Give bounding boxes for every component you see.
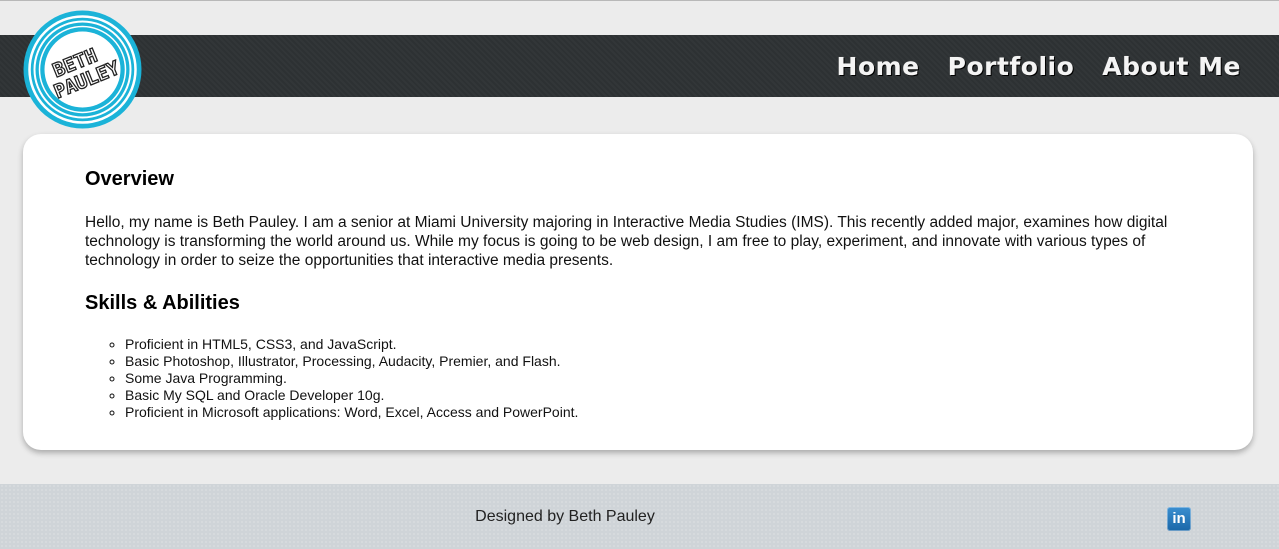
footer: Designed by Beth Pauley in bbox=[0, 484, 1279, 549]
linkedin-icon[interactable]: in bbox=[1167, 507, 1191, 531]
overview-heading: Overview bbox=[85, 168, 174, 190]
skills-list: Proficient in HTML5, CSS3, and JavaScrip… bbox=[125, 336, 1195, 421]
nav-home[interactable]: Home bbox=[837, 52, 920, 81]
top-rule bbox=[0, 0, 1279, 1]
skills-heading: Skills & Abilities bbox=[85, 292, 240, 314]
content-inner: Overview Hello, my name is Beth Pauley. … bbox=[85, 168, 1195, 421]
skills-list-item: Proficient in HTML5, CSS3, and JavaScrip… bbox=[125, 336, 1195, 353]
overview-paragraph: Hello, my name is Beth Pauley. I am a se… bbox=[85, 214, 1168, 269]
main-nav: Home Portfolio About Me bbox=[837, 35, 1241, 97]
footer-credit: Designed by Beth Pauley bbox=[475, 508, 655, 525]
site-logo[interactable]: BETH PAULEY bbox=[22, 9, 143, 130]
content-card: Overview Hello, my name is Beth Pauley. … bbox=[23, 134, 1253, 450]
skills-list-item: Some Java Programming. bbox=[125, 370, 1195, 387]
skills-list-item: Basic My SQL and Oracle Developer 10g. bbox=[125, 387, 1195, 404]
nav-portfolio[interactable]: Portfolio bbox=[948, 52, 1075, 81]
nav-about-me[interactable]: About Me bbox=[1102, 52, 1241, 81]
skills-list-item: Basic Photoshop, Illustrator, Processing… bbox=[125, 353, 1195, 370]
logo-badge-icon: BETH PAULEY bbox=[23, 10, 142, 129]
skills-list-item: Proficient in Microsoft applications: Wo… bbox=[125, 404, 1195, 421]
